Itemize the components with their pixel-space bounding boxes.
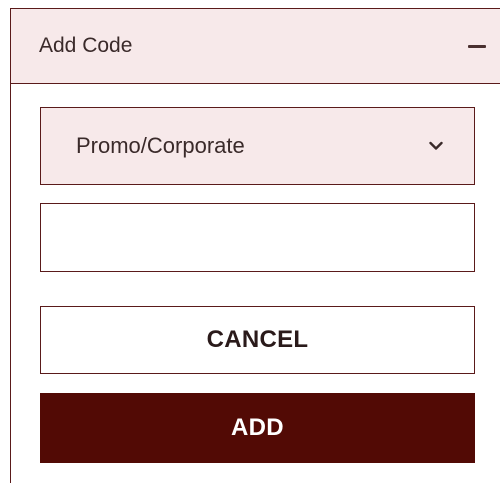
chevron-down-icon	[428, 138, 444, 154]
code-type-select[interactable]: Promo/Corporate	[40, 107, 475, 185]
add-code-header[interactable]: Add Code	[11, 8, 500, 84]
minus-icon[interactable]	[466, 35, 488, 57]
add-button[interactable]: ADD	[40, 393, 475, 463]
code-input[interactable]	[40, 203, 475, 272]
code-type-selected-value: Promo/Corporate	[76, 133, 245, 158]
cancel-button[interactable]: CANCEL	[40, 306, 475, 374]
add-code-panel: Add Code Promo/Corporate CANCEL ADD	[10, 8, 500, 483]
add-code-title: Add Code	[39, 34, 133, 57]
